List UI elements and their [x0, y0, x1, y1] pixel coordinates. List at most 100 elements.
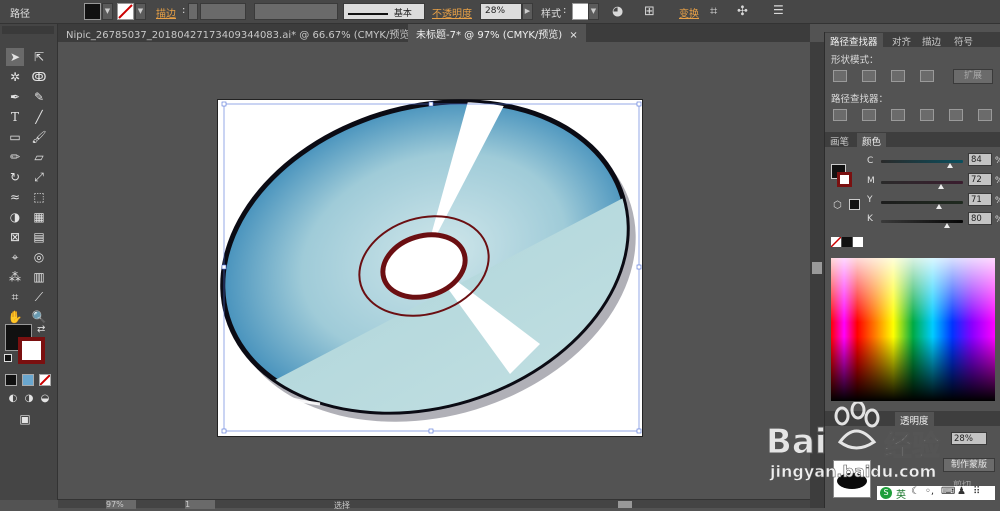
channel-value[interactable]: 72 [968, 173, 992, 186]
mesh-tool-icon[interactable]: ⊠ [6, 228, 24, 246]
horizontal-scroll-thumb[interactable] [618, 501, 632, 508]
type-tool-icon[interactable]: T [6, 108, 24, 126]
color-mode-icon[interactable] [5, 374, 17, 386]
graphic-style-dropdown-button[interactable]: ▼ [588, 3, 599, 20]
channel-track[interactable] [881, 201, 963, 204]
merge-button[interactable] [891, 109, 905, 121]
symbol-sprayer-tool-icon[interactable]: ⁂ [6, 268, 24, 286]
panel-menu-icon[interactable]: ☰ [773, 4, 784, 16]
trim-button[interactable] [862, 109, 876, 121]
stroke-dropdown-button[interactable]: ▼ [135, 3, 146, 20]
default-colors-icon[interactable] [4, 354, 12, 362]
fill-dropdown-button[interactable]: ▼ [102, 3, 113, 20]
eyedropper-tool-icon[interactable]: ⌖ [6, 248, 24, 266]
stroke-weight-input[interactable] [200, 3, 246, 20]
gradient-mode-icon[interactable] [22, 374, 34, 386]
channel-thumb[interactable] [936, 204, 942, 209]
cd-disc-artwork[interactable] [210, 94, 650, 439]
rotate-tool-icon[interactable]: ↻ [6, 168, 24, 186]
expand-button[interactable]: 扩展 [953, 69, 993, 84]
eraser-tool-icon[interactable]: ▱ [30, 148, 48, 166]
out-of-gamut-swatch[interactable] [849, 199, 860, 210]
color-spectrum-ramp[interactable] [831, 258, 995, 401]
pencil-tool-icon[interactable]: ✏ [6, 148, 24, 166]
tab-color[interactable]: 颜色 [857, 133, 887, 149]
none-color-icon[interactable] [830, 236, 842, 248]
slice-tool-icon[interactable]: ⟋ [30, 288, 48, 306]
make-mask-button[interactable]: 制作蒙版 [943, 458, 995, 472]
tab-symbols[interactable]: 符号 [949, 33, 978, 49]
minus-back-button[interactable] [978, 109, 992, 121]
channel-track[interactable] [881, 181, 963, 184]
scrollbar-thumb[interactable] [812, 262, 822, 274]
curvature-tool-icon[interactable]: ✎ [30, 88, 48, 106]
graphic-style-swatch[interactable] [572, 3, 589, 20]
column-graph-tool-icon[interactable]: ▥ [30, 268, 48, 286]
blend-tool-icon[interactable]: ◎ [30, 248, 48, 266]
fill-swatch[interactable] [84, 3, 101, 20]
align-grid-icon[interactable]: ⊞ [644, 5, 655, 18]
stroke-weight-label[interactable]: 描边 [156, 5, 176, 20]
clip-checkbox-label[interactable]: 剪切 [953, 478, 971, 491]
white-color-swatch[interactable] [853, 237, 863, 247]
brush-definition-dropdown[interactable]: 基本 [343, 3, 425, 20]
swap-fill-stroke-icon[interactable]: ⇄ [37, 324, 45, 335]
scale-tool-icon[interactable]: ⤢ [30, 168, 48, 186]
opacity-input[interactable]: 28% [480, 3, 522, 20]
opacity-label[interactable]: 不透明度 [432, 5, 472, 20]
tab-align[interactable]: 对齐 [887, 33, 916, 49]
channel-thumb[interactable] [944, 223, 950, 228]
channel-track[interactable] [881, 220, 963, 223]
lasso-tool-icon[interactable]: ↂ [30, 68, 48, 86]
gradient-tool-icon[interactable]: ▤ [30, 228, 48, 246]
isolate-object-icon[interactable]: ⌗ [710, 5, 717, 18]
stroke-weight-stepper[interactable] [188, 3, 198, 20]
tab-transparency[interactable]: 透明度 [895, 412, 934, 428]
free-transform-tool-icon[interactable]: ⬚ [30, 188, 48, 206]
arrange-icon[interactable]: ✣ [737, 5, 748, 18]
pen-tool-icon[interactable]: ✒ [6, 88, 24, 106]
channel-value[interactable]: 80 [968, 212, 992, 225]
channel-value[interactable]: 71 [968, 193, 992, 206]
crop-button[interactable] [920, 109, 934, 121]
none-mode-icon[interactable] [39, 374, 51, 386]
transparency-opacity-input[interactable]: 28% [951, 432, 987, 445]
stroke-swatch[interactable] [117, 3, 134, 20]
outline-button[interactable] [949, 109, 963, 121]
direct-selection-tool-icon[interactable]: ⇱ [30, 48, 48, 66]
divide-button[interactable] [833, 109, 847, 121]
shape-builder-tool-icon[interactable]: ◑ [6, 208, 24, 226]
width-tool-icon[interactable]: ≈ [6, 188, 24, 206]
tab-brushes[interactable]: 画笔 [825, 133, 854, 149]
close-icon[interactable]: × [569, 30, 577, 41]
channel-value[interactable]: 84 [968, 153, 992, 166]
magic-wand-tool-icon[interactable]: ✲ [6, 68, 24, 86]
black-color-swatch[interactable] [842, 237, 852, 247]
transform-link[interactable]: 变换 [679, 5, 699, 20]
variable-width-profile-dropdown[interactable] [254, 3, 338, 20]
cube-icon[interactable]: ⬡ [833, 200, 842, 211]
document-tab-active[interactable]: 未标题-7* @ 97% (CMYK/预览) × [408, 24, 586, 42]
vertical-scrollbar[interactable] [810, 42, 824, 508]
minus-front-button[interactable] [862, 70, 876, 82]
artboard-tool-icon[interactable]: ⌗ [6, 288, 24, 306]
line-tool-icon[interactable]: ╱ [30, 108, 48, 126]
opacity-dropdown-button[interactable]: ▶ [522, 3, 533, 20]
object-thumbnail[interactable] [833, 460, 871, 498]
draw-inside-icon[interactable]: ◒ [36, 390, 54, 408]
unite-button[interactable] [833, 70, 847, 82]
panel-stroke-box[interactable] [837, 172, 852, 187]
screen-mode-icon[interactable]: ▣ [16, 410, 34, 428]
channel-thumb[interactable] [938, 184, 944, 189]
tab-pathfinder[interactable]: 路径查找器 [825, 33, 883, 49]
paintbrush-tool-icon[interactable]: 🖌 [30, 128, 48, 146]
channel-thumb[interactable] [947, 163, 953, 168]
stroke-color-box[interactable] [18, 337, 45, 364]
rectangle-tool-icon[interactable]: ▭ [6, 128, 24, 146]
perspective-grid-tool-icon[interactable]: ▦ [30, 208, 48, 226]
exclude-button[interactable] [920, 70, 934, 82]
document-tab[interactable]: Nipic_26785037_20180427173409344083.ai* … [58, 24, 437, 42]
tab-stroke[interactable]: 描边 [917, 33, 946, 49]
intersect-button[interactable] [891, 70, 905, 82]
recolor-artwork-icon[interactable]: ◕ [612, 5, 623, 18]
